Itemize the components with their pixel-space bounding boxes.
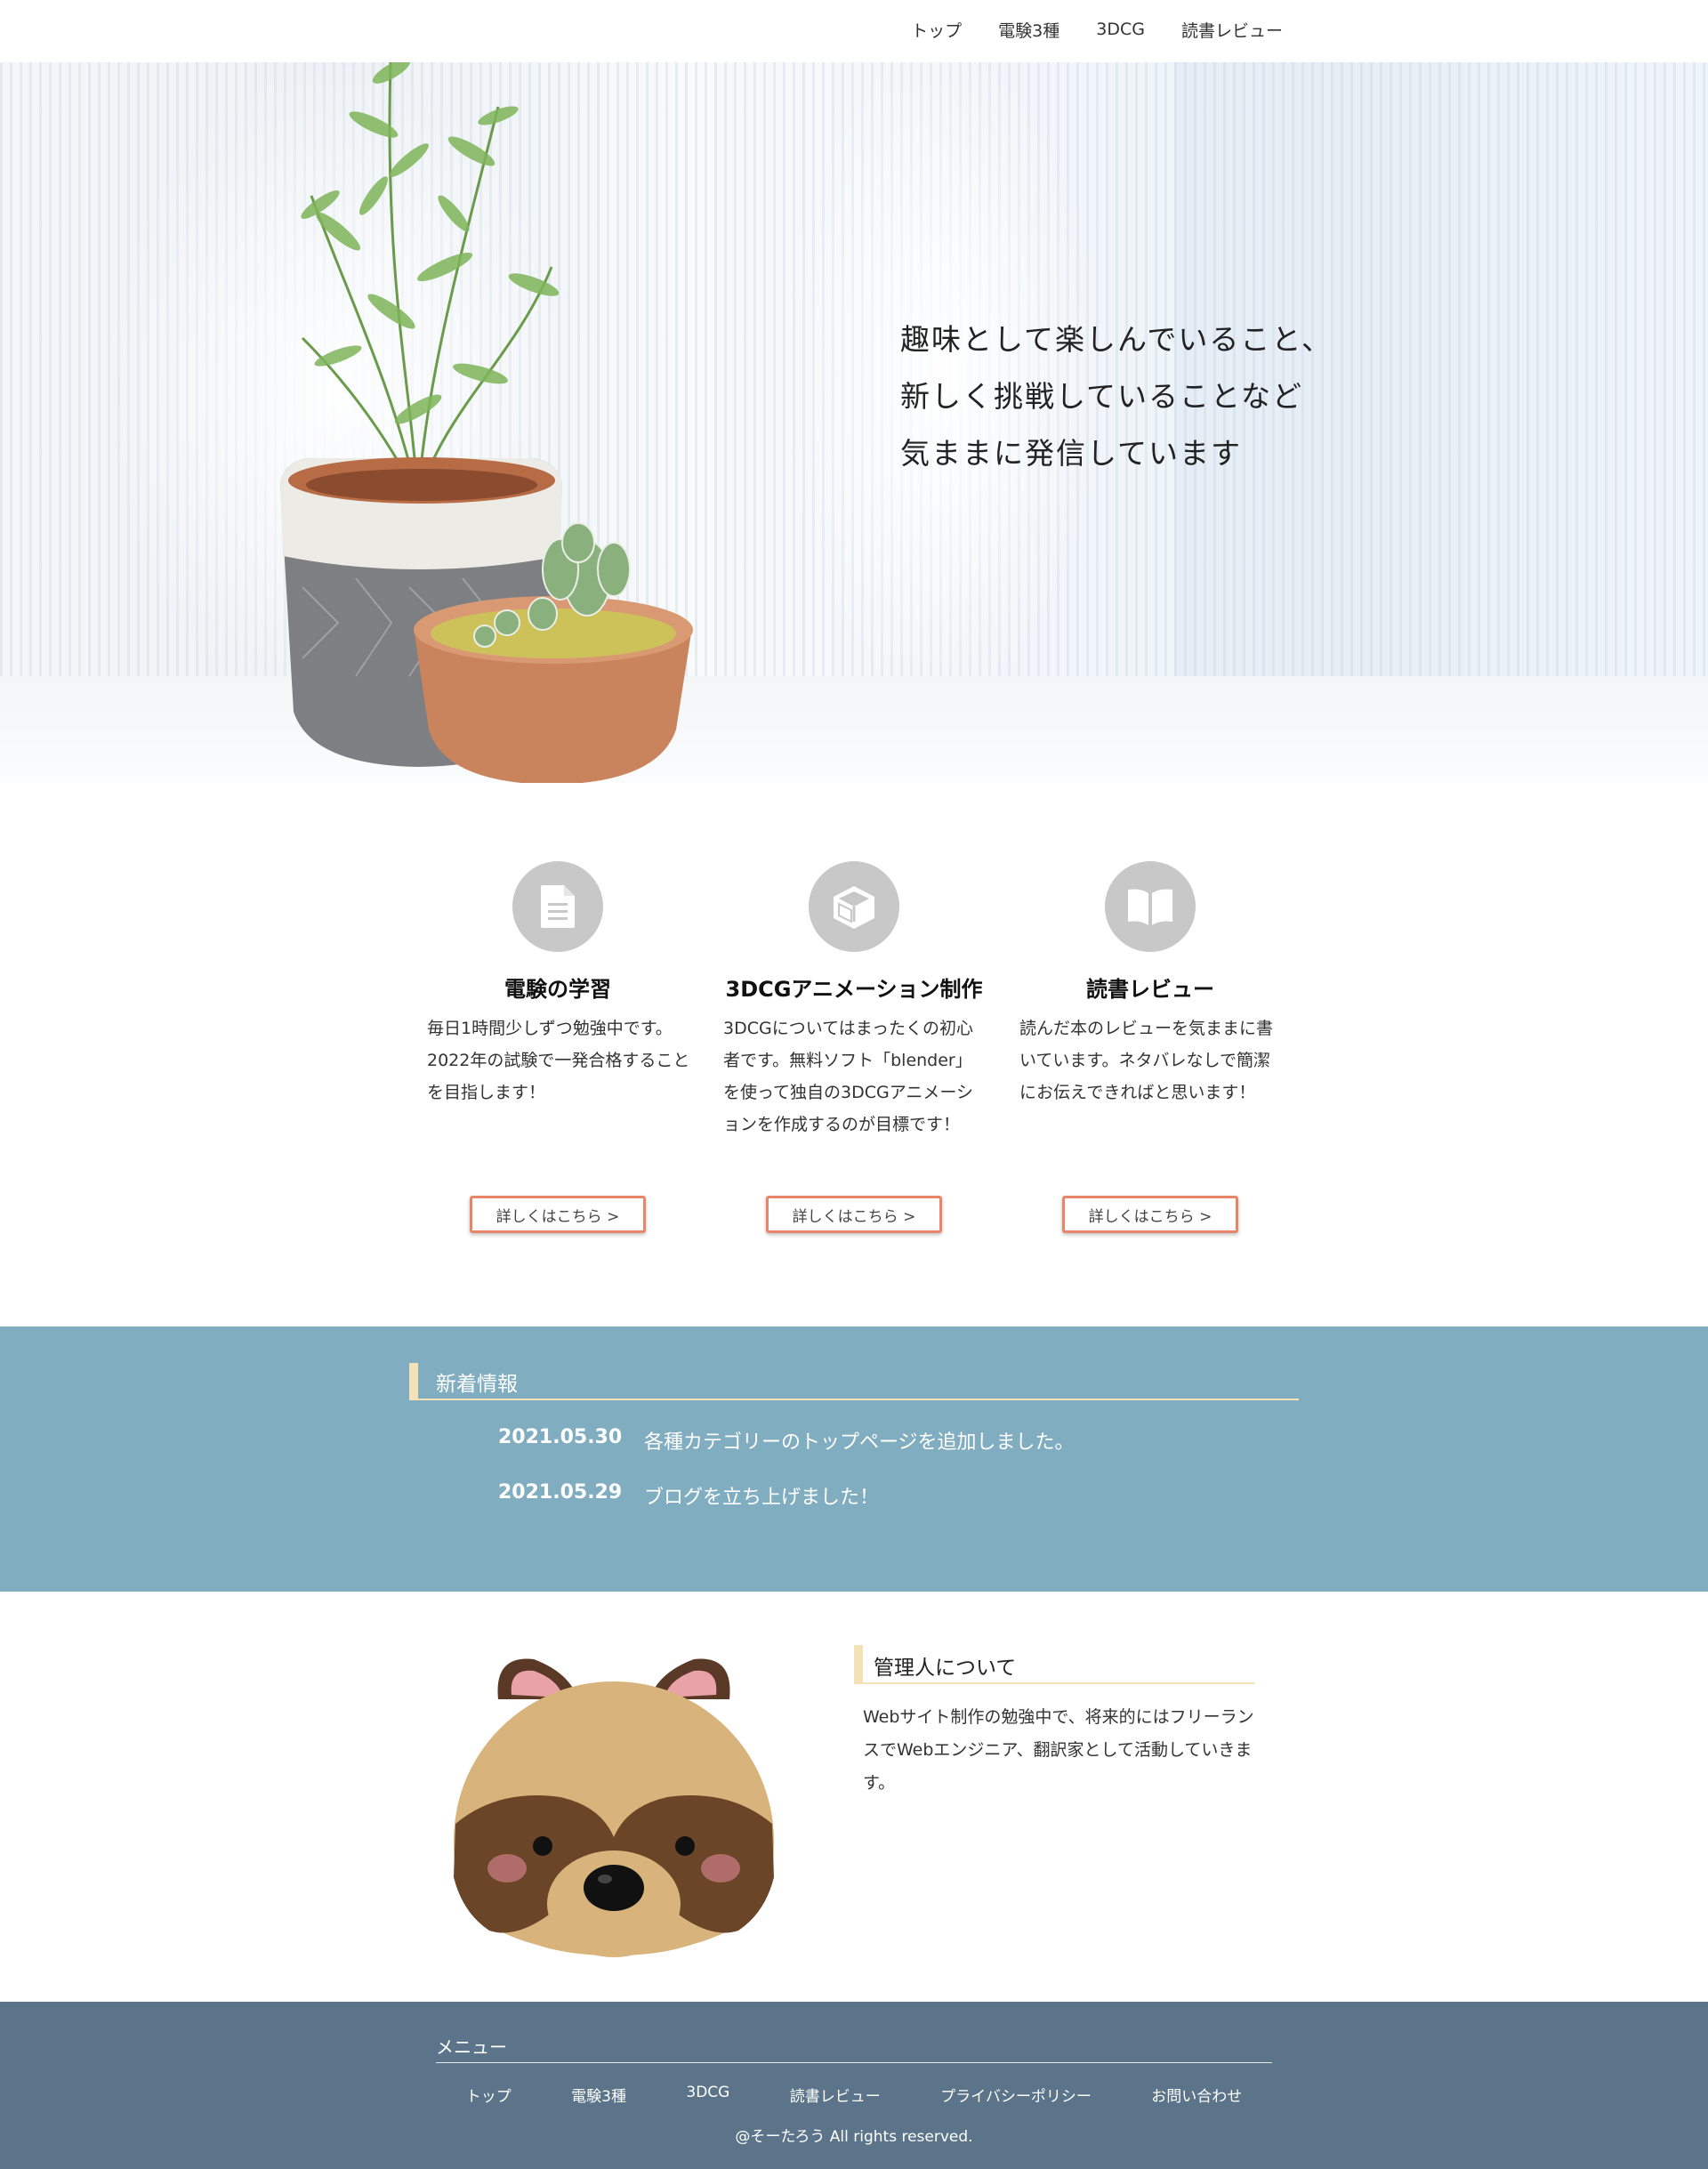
hero-tagline-line: 趣味として楽しんでいること、 (900, 322, 1333, 357)
feature-details-button[interactable]: 詳しくはこちら > (766, 1196, 942, 1233)
news-text: 各種カテゴリーのトップページを追加しました。 (644, 1431, 1075, 1454)
feature-description: 読んだ本のレビューを気ままに書いています。ネタバレなしで簡潔にお伝えできればと思… (1019, 1019, 1274, 1102)
footer-nav: トップ 電験3種 3DCG 読書レビュー プライバシーポリシー お問い合わせ (436, 2084, 1272, 2106)
hero-section: 趣味として楽しんでいること、 新しく挑戦していることなど 気ままに発信しています (0, 0, 1708, 783)
news-date: 2021.05.29 (498, 1481, 623, 1504)
feature-icon-circle (809, 861, 899, 952)
footer-link-denken[interactable]: 電験3種 (571, 2084, 626, 2106)
site-footer: メニュー トップ 電験3種 3DCG 読書レビュー プライバシーポリシー お問い… (0, 2002, 1708, 2169)
nav-link-top[interactable]: トップ (911, 18, 962, 42)
footer-link-top[interactable]: トップ (466, 2084, 512, 2106)
feature-details-button[interactable]: 詳しくはこちら > (470, 1196, 646, 1233)
hero-plants-image (280, 35, 693, 783)
news-text: ブログを立ち上げました！ (644, 1487, 880, 1509)
news-item[interactable]: 2021.05.29 ブログを立ち上げました！ (498, 1481, 1075, 1536)
footer-copyright: @そーたろう All rights reserved. (735, 2128, 973, 2146)
main-nav: トップ 電験3種 3DCG 読書レビュー (874, 0, 1283, 59)
about-description: Webサイト制作の勉強中で、将来的にはフリーランスでWebエンジニア、翻訳家とし… (863, 1707, 1254, 1793)
feature-title: 3DCGアニメーション制作 (725, 977, 983, 1002)
hero-tagline-line: 気ままに発信しています (900, 436, 1243, 471)
news-section: 新着情報 2021.05.30 各種カテゴリーのトップページを追加しました。 2… (0, 1326, 1708, 1592)
feature-icon-circle (512, 861, 603, 952)
tanuki-avatar (454, 1658, 774, 1957)
about-heading: 管理人について (854, 1645, 1254, 1684)
feature-icon-circle (1105, 861, 1196, 952)
nav-link-book-review[interactable]: 読書レビュー (1181, 18, 1283, 42)
nav-link-3dcg[interactable]: 3DCG (1096, 20, 1145, 39)
news-list: 2021.05.30 各種カテゴリーのトップページを追加しました。 2021.0… (498, 1426, 1075, 1536)
feature-title: 電験の学習 (504, 977, 611, 1002)
hero-tagline: 趣味として楽しんでいること、 新しく挑戦していることなど 気ままに発信しています (900, 311, 1333, 482)
feature-title: 読書レビュー (1086, 977, 1214, 1002)
site-header: トップ 電験3種 3DCG 読書レビュー (0, 0, 1708, 62)
document-icon (541, 885, 575, 928)
footer-divider (436, 2062, 1272, 2063)
feature-details-button[interactable]: 詳しくはこちら > (1062, 1196, 1238, 1233)
footer-link-contact[interactable]: お問い合わせ (1151, 2084, 1242, 2106)
footer-link-3dcg[interactable]: 3DCG (686, 2084, 729, 2106)
hero-tagline-line: 新しく挑戦していることなど (900, 379, 1304, 414)
news-heading: 新着情報 (409, 1363, 1299, 1400)
feature-description: 3DCGについてはまったくの初心者です。無料ソフト「blender」を使って独自… (723, 1019, 973, 1134)
footer-link-privacy-policy[interactable]: プライバシーポリシー (940, 2084, 1092, 2106)
nav-link-denken[interactable]: 電験3種 (998, 18, 1059, 42)
cube-icon (834, 886, 874, 929)
news-item[interactable]: 2021.05.30 各種カテゴリーのトップページを追加しました。 (498, 1426, 1075, 1481)
book-icon (1128, 889, 1172, 925)
news-date: 2021.05.30 (498, 1426, 623, 1448)
footer-menu-title: メニュー (436, 2036, 507, 2058)
news-heading-label: 新着情報 (436, 1373, 518, 1396)
feature-description: 毎日1時間少しずつ勉強中です。2022年の試験で一発合格することを目指します！ (427, 1019, 690, 1102)
footer-link-book-review[interactable]: 読書レビュー (790, 2084, 881, 2106)
about-heading-label: 管理人について (874, 1657, 1017, 1680)
